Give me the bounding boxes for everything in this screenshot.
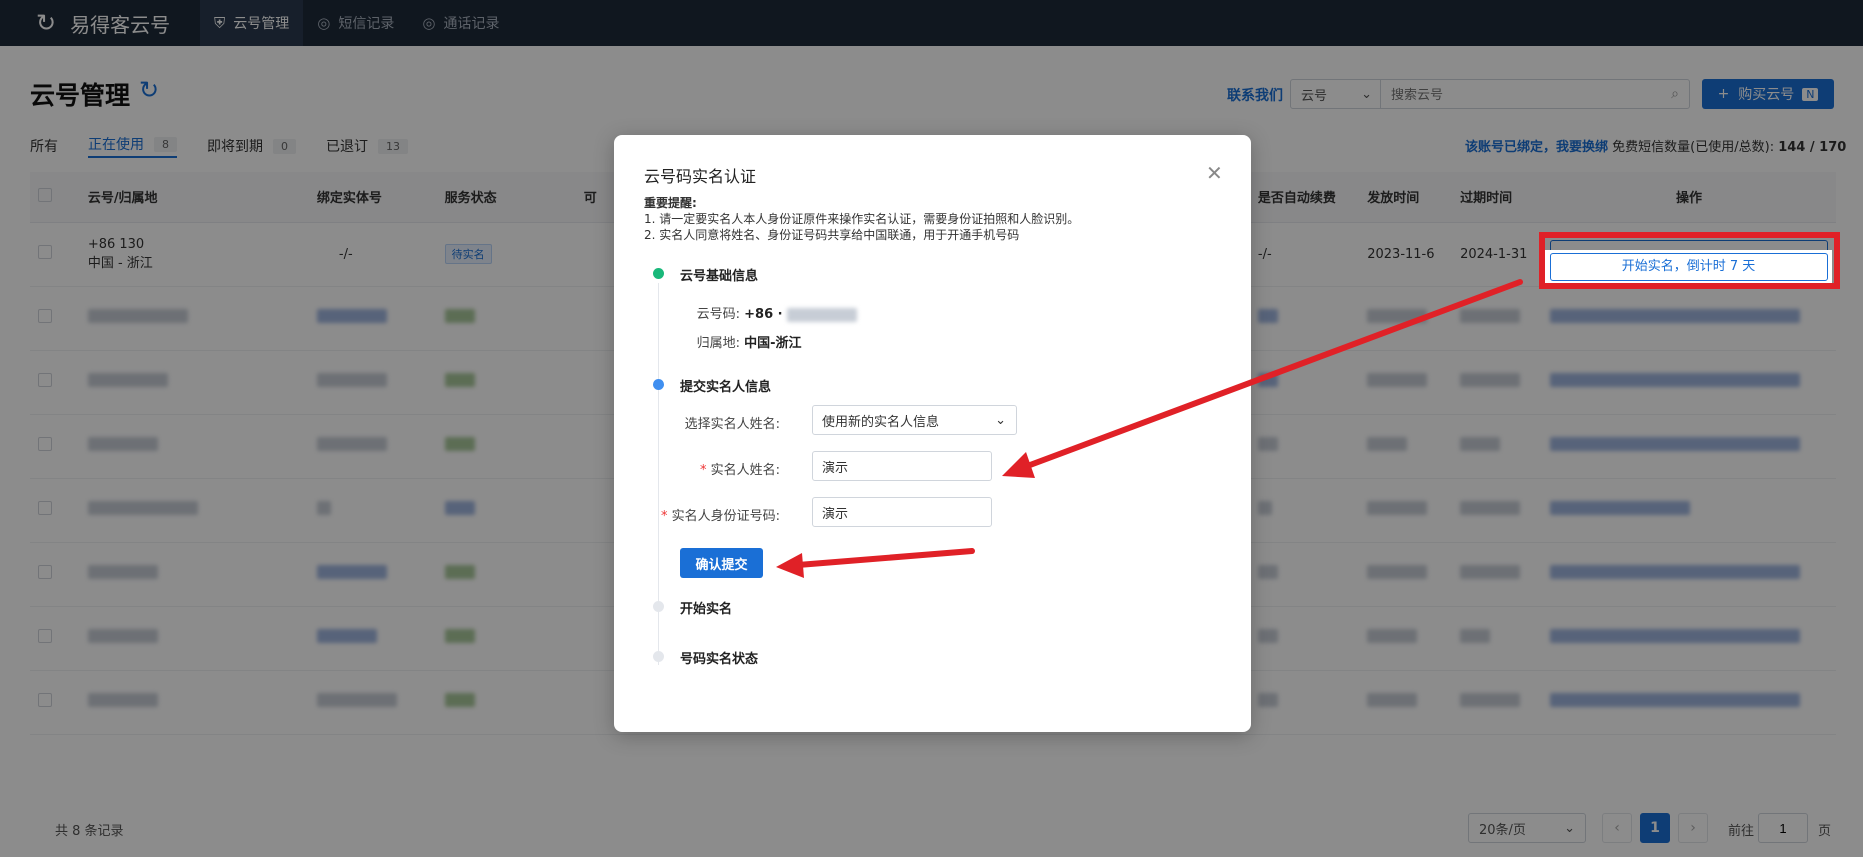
step-title: 提交实名人信息	[680, 380, 772, 395]
select-name-label: 选择实名人姓名:	[684, 417, 780, 432]
step-dot-pending	[653, 601, 664, 612]
cloud-number-label: 云号码:	[696, 307, 740, 322]
id-number-label: * 实名人身份证号码:	[660, 509, 780, 524]
step-title: 号码实名状态	[680, 652, 759, 667]
location-value: 中国-浙江	[744, 336, 802, 351]
select-verified-name-value: 使用新的实名人信息	[822, 414, 940, 430]
name-label-text: 实名人姓名:	[710, 463, 780, 478]
location-label: 归属地:	[696, 336, 740, 351]
location-row: 归属地: 中国-浙江	[614, 332, 802, 351]
cloud-number-value: +86 ·	[744, 307, 783, 322]
tip-line: 1. 请一定要实名人本人身份证原件来操作实名认证，需要身份证拍照和人脸识别。	[644, 212, 1080, 226]
masked-number	[786, 307, 857, 322]
step-title: 云号基础信息	[680, 269, 759, 284]
name-label: * 实名人姓名:	[699, 463, 780, 478]
tips-title: 重要提醒:	[644, 196, 697, 210]
important-tips: 重要提醒: 1. 请一定要实名人本人身份证原件来操作实名认证，需要身份证拍照和人…	[644, 195, 1079, 243]
select-verified-name[interactable]: 使用新的实名人信息 ⌄	[812, 405, 1017, 435]
step-dot-current	[653, 379, 664, 390]
modal-title: 云号码实名认证	[644, 167, 757, 186]
cloud-number-row: 云号码: +86 ·	[614, 303, 857, 322]
chevron-down-icon: ⌄	[995, 412, 1006, 428]
id-number-label-text: 实名人身份证号码:	[671, 509, 780, 524]
name-field[interactable]: 演示	[812, 451, 992, 481]
confirm-submit-button[interactable]: 确认提交	[680, 548, 763, 578]
step-dot-pending	[653, 651, 664, 662]
step-dot-done	[653, 268, 664, 279]
verification-modal: 云号码实名认证 ✕ 重要提醒: 1. 请一定要实名人本人身份证原件来操作实名认证…	[614, 135, 1251, 732]
id-number-field[interactable]: 演示	[812, 497, 992, 527]
annotation-highlight-box	[1539, 232, 1840, 289]
tip-line: 2. 实名人同意将姓名、身份证号码共享给中国联通，用于开通手机号码	[644, 228, 1020, 242]
step-title: 开始实名	[680, 602, 733, 617]
close-icon[interactable]: ✕	[1206, 161, 1223, 185]
